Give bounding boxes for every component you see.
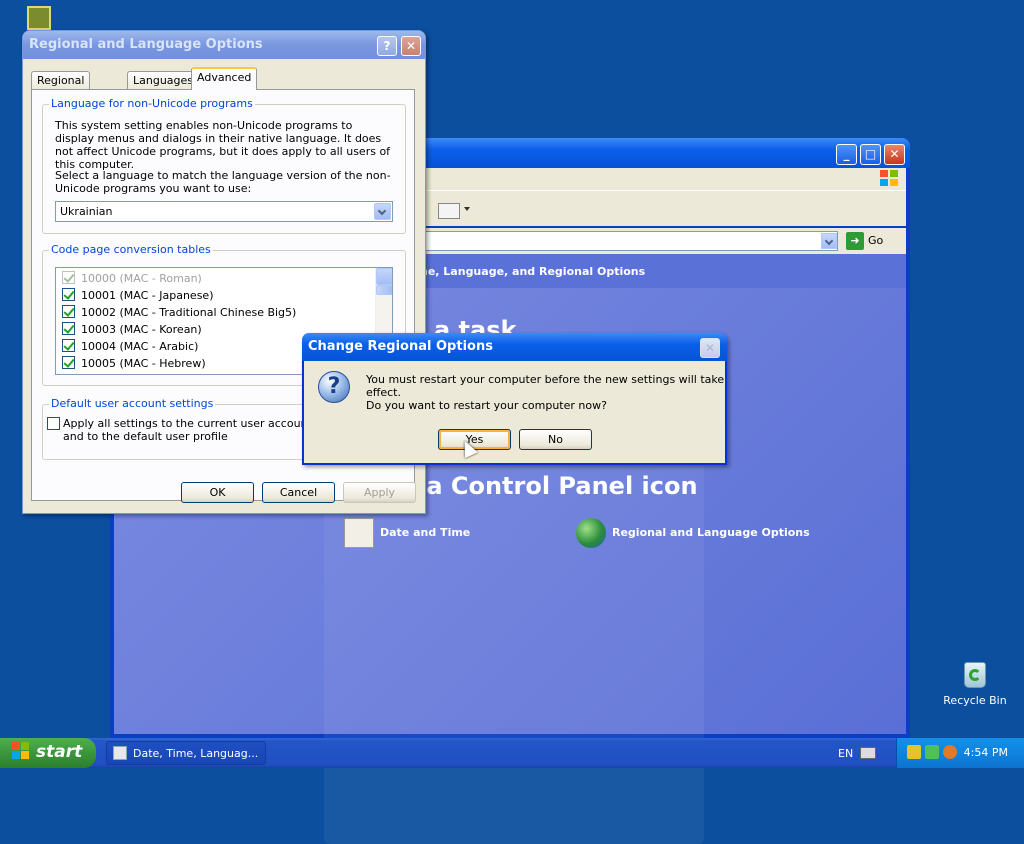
language-select-value: Ukrainian xyxy=(60,205,113,218)
regional-options-label: Regional and Language Options xyxy=(612,526,810,539)
message-dialog-titlebar[interactable]: Change Regional Options ✕ xyxy=(302,333,727,361)
start-label: start xyxy=(36,742,83,762)
network-icon[interactable] xyxy=(925,745,939,759)
change-regional-options-dialog: Change Regional Options ✕ ? You must res… xyxy=(302,333,727,465)
clock[interactable]: 4:54 PM xyxy=(964,746,1008,759)
go-label: Go xyxy=(868,234,884,247)
list-item[interactable]: 10000 (MAC - Roman) xyxy=(62,271,202,287)
code-page-legend: Code page conversion tables xyxy=(49,243,213,256)
chevron-down-icon[interactable] xyxy=(464,207,470,211)
apply-all-label[interactable]: Apply all settings to the current user a… xyxy=(63,417,313,443)
list-item[interactable]: 10003 (MAC - Korean) xyxy=(62,322,202,338)
language-select[interactable]: Ukrainian xyxy=(55,201,393,222)
non-unicode-legend: Language for non-Unicode programs xyxy=(49,97,255,110)
windows-logo-icon xyxy=(880,170,900,188)
scroll-up-button[interactable] xyxy=(376,268,392,285)
message-dialog-title: Change Regional Options xyxy=(308,339,493,354)
minimize-button[interactable]: _ xyxy=(836,144,857,165)
calendar-clock-icon xyxy=(344,518,374,548)
regional-dialog-title: Regional and Language Options xyxy=(29,37,263,52)
go-arrow-icon: ➜ xyxy=(846,232,864,250)
help-button[interactable]: ? xyxy=(377,36,397,56)
category-title: ne, Language, and Regional Options xyxy=(420,265,646,278)
control-panel-icon xyxy=(113,746,127,760)
recycle-bin-icon xyxy=(960,658,990,690)
taskbar-item-date-time[interactable]: Date, Time, Languag... xyxy=(106,741,266,765)
message-line-1: You must restart your computer before th… xyxy=(366,373,725,399)
recycle-bin[interactable]: Recycle Bin xyxy=(940,658,1010,707)
windows-logo-icon xyxy=(12,742,30,760)
search-icon[interactable] xyxy=(943,745,957,759)
system-tray: 4:54 PM xyxy=(896,738,1024,768)
list-item-label: 10004 (MAC - Arabic) xyxy=(81,340,199,353)
address-dropdown-button[interactable] xyxy=(821,233,837,249)
list-item[interactable]: 10002 (MAC - Traditional Chinese Big5) xyxy=(62,305,296,321)
question-icon: ? xyxy=(318,371,350,403)
regional-options-link[interactable]: Regional and Language Options xyxy=(576,518,810,548)
apply-all-checkbox[interactable] xyxy=(47,417,60,430)
maximize-button[interactable]: □ xyxy=(860,144,881,165)
recycle-bin-label: Recycle Bin xyxy=(943,694,1007,707)
date-time-label: Date and Time xyxy=(380,526,471,539)
apply-button[interactable]: Apply xyxy=(343,482,416,503)
chevron-down-icon[interactable] xyxy=(374,203,391,220)
no-button[interactable]: No xyxy=(519,429,592,450)
non-unicode-prompt: Select a language to match the language … xyxy=(55,169,391,195)
message-line-2: Do you want to restart your computer now… xyxy=(366,399,607,412)
checkbox[interactable] xyxy=(62,288,75,301)
go-button[interactable]: ➜ Go xyxy=(846,231,900,251)
date-time-link[interactable]: Date and Time xyxy=(344,518,470,548)
pick-icon-heading: k a Control Panel icon xyxy=(402,472,698,500)
start-button[interactable]: start xyxy=(0,738,96,768)
list-item-label: 10001 (MAC - Japanese) xyxy=(81,289,214,302)
default-user-legend: Default user account settings xyxy=(49,397,216,410)
checkbox[interactable] xyxy=(62,322,75,335)
list-item-label: 10002 (MAC - Traditional Chinese Big5) xyxy=(81,306,297,319)
list-item-label: 10005 (MAC - Hebrew) xyxy=(81,357,206,370)
non-unicode-group: Language for non-Unicode programs This s… xyxy=(42,97,406,234)
list-item[interactable]: 10005 (MAC - Hebrew) xyxy=(62,356,206,372)
language-indicator[interactable]: EN xyxy=(838,747,853,760)
checkbox[interactable] xyxy=(62,271,75,284)
non-unicode-description: This system setting enables non-Unicode … xyxy=(55,119,391,171)
cancel-button[interactable]: Cancel xyxy=(262,482,335,503)
scroll-thumb[interactable] xyxy=(376,285,392,295)
tab-regional-options[interactable]: Regional Options xyxy=(31,71,91,100)
checkbox[interactable] xyxy=(62,305,75,318)
keyboard-icon[interactable] xyxy=(860,747,876,759)
list-item[interactable]: 10004 (MAC - Arabic) xyxy=(62,339,198,355)
globe-icon xyxy=(576,518,606,548)
tab-advanced[interactable]: Advanced xyxy=(191,67,258,90)
regional-dialog-titlebar[interactable]: Regional and Language Options ? ✕ xyxy=(23,31,425,59)
tab-languages[interactable]: Languages xyxy=(127,71,200,89)
views-icon[interactable] xyxy=(438,203,460,219)
close-button: ✕ xyxy=(700,338,720,358)
taskbar: start Date, Time, Languag... EN 4:54 PM xyxy=(0,738,1024,768)
desktop-icon-top[interactable] xyxy=(26,6,52,32)
list-item-label: 10000 (MAC - Roman) xyxy=(81,272,202,285)
close-button[interactable]: ✕ xyxy=(401,36,421,56)
list-item[interactable]: 10001 (MAC - Japanese) xyxy=(62,288,213,304)
checkbox[interactable] xyxy=(62,356,75,369)
ok-button[interactable]: OK xyxy=(181,482,254,503)
list-item-label: 10003 (MAC - Korean) xyxy=(81,323,202,336)
close-button[interactable]: ✕ xyxy=(884,144,905,165)
checkbox[interactable] xyxy=(62,339,75,352)
scheduled-tasks-icon xyxy=(27,6,51,30)
taskbar-item-label: Date, Time, Languag... xyxy=(133,747,259,760)
security-shield-icon[interactable] xyxy=(907,745,921,759)
